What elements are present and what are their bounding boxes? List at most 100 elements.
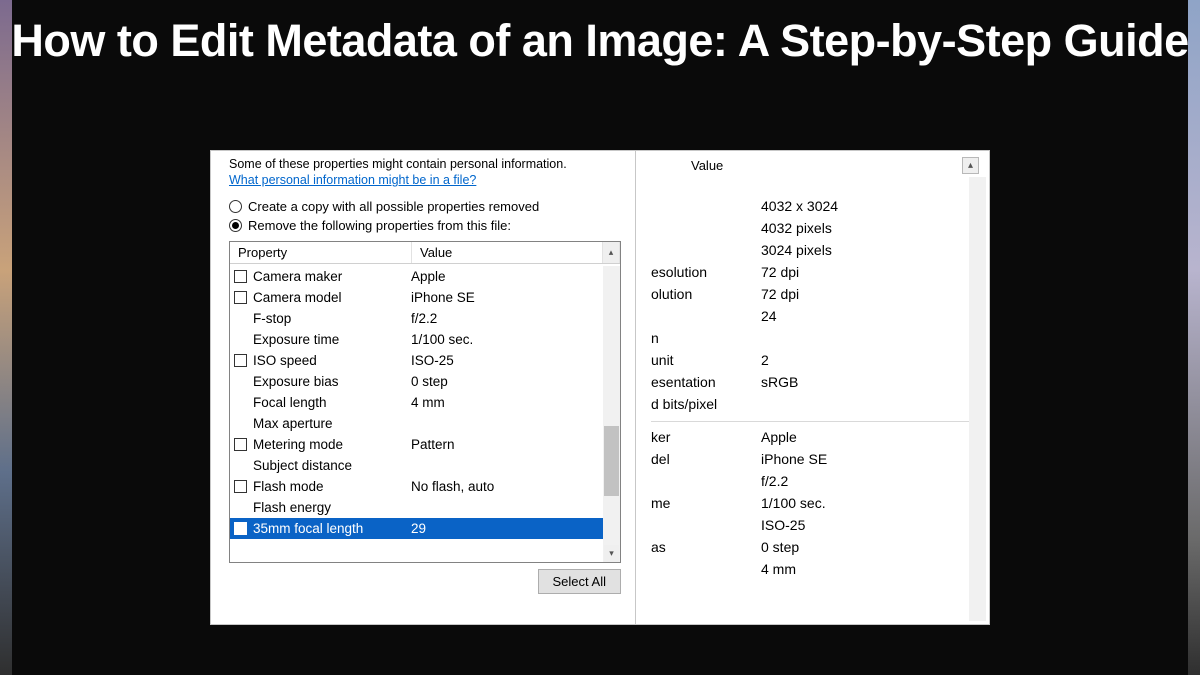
details-row: olution72 dpi (651, 283, 969, 305)
checkbox (234, 501, 247, 514)
list-scroll-down-icon[interactable]: ▾ (604, 545, 619, 562)
details-row: kerApple (651, 426, 969, 448)
details-value: 72 dpi (761, 283, 969, 305)
property-label: Flash energy (251, 500, 411, 515)
property-row[interactable]: Camera makerApple (230, 266, 603, 287)
checkbox[interactable] (234, 522, 247, 535)
details-row: 4032 pixels (651, 217, 969, 239)
details-value: 24 (761, 305, 969, 327)
details-value: 4032 x 3024 (761, 195, 969, 217)
checkbox (234, 417, 247, 430)
details-label (651, 558, 761, 580)
details-value: sRGB (761, 371, 969, 393)
property-row[interactable]: F-stopf/2.2 (230, 308, 603, 329)
details-scroll-up-icon[interactable]: ▴ (962, 157, 979, 174)
details-label: ker (651, 426, 761, 448)
property-row[interactable]: 35mm focal length29 (230, 518, 603, 539)
details-row: ISO-25 (651, 514, 969, 536)
checkbox[interactable] (234, 354, 247, 367)
details-row: esentationsRGB (651, 371, 969, 393)
property-label: F-stop (251, 311, 411, 326)
checkbox[interactable] (234, 291, 247, 304)
details-value: 3024 pixels (761, 239, 969, 261)
select-all-button[interactable]: Select All (538, 569, 621, 594)
details-label (651, 514, 761, 536)
details-row: d bits/pixel (651, 393, 969, 415)
property-label: Camera model (251, 290, 411, 305)
property-value: 0 step (411, 374, 603, 389)
details-row: 3024 pixels (651, 239, 969, 261)
details-label: me (651, 492, 761, 514)
details-label (651, 305, 761, 327)
checkbox (234, 312, 247, 325)
checkbox[interactable] (234, 480, 247, 493)
checkbox[interactable] (234, 438, 247, 451)
details-label: n (651, 327, 761, 349)
column-header-value[interactable]: Value (412, 242, 603, 263)
property-label: Exposure time (251, 332, 411, 347)
property-row[interactable]: Subject distance (230, 455, 603, 476)
property-label: Focal length (251, 395, 411, 410)
details-row: me1/100 sec. (651, 492, 969, 514)
property-label: ISO speed (251, 353, 411, 368)
details-value: Apple (761, 426, 969, 448)
list-scrollbar[interactable]: ▾ (603, 266, 620, 562)
details-value: f/2.2 (761, 470, 969, 492)
property-value: ISO-25 (411, 353, 603, 368)
property-label: Camera maker (251, 269, 411, 284)
property-row[interactable]: Exposure time1/100 sec. (230, 329, 603, 350)
property-value: iPhone SE (411, 290, 603, 305)
screenshot-stage: Value ▴ 4032 x 30244032 pixels3024 pixel… (210, 150, 990, 625)
details-label: as (651, 536, 761, 558)
property-row[interactable]: Metering modePattern (230, 434, 603, 455)
remove-properties-dialog: Some of these properties might contain p… (210, 150, 636, 625)
property-row[interactable]: Focal length4 mm (230, 392, 603, 413)
details-row: deliPhone SE (651, 448, 969, 470)
decorative-edge-right (1188, 0, 1200, 675)
property-row[interactable]: Camera modeliPhone SE (230, 287, 603, 308)
property-label: Subject distance (251, 458, 411, 473)
property-row[interactable]: Max aperture (230, 413, 603, 434)
details-value: ISO-25 (761, 514, 969, 536)
details-row: esolution72 dpi (651, 261, 969, 283)
property-row[interactable]: Flash energy (230, 497, 603, 518)
radio-remove-following[interactable]: Remove the following properties from thi… (229, 218, 621, 233)
details-row: 4032 x 3024 (651, 195, 969, 217)
details-label (651, 195, 761, 217)
property-value: 29 (411, 521, 603, 536)
details-value: iPhone SE (761, 448, 969, 470)
details-label: esentation (651, 371, 761, 393)
radio-icon (229, 219, 242, 232)
checkbox (234, 396, 247, 409)
details-value: 4 mm (761, 558, 969, 580)
property-row[interactable]: Exposure bias0 step (230, 371, 603, 392)
checkbox (234, 459, 247, 472)
details-value: 0 step (761, 536, 969, 558)
radio-create-copy[interactable]: Create a copy with all possible properti… (229, 199, 621, 214)
property-value: Apple (411, 269, 603, 284)
property-value: 4 mm (411, 395, 603, 410)
details-value: 4032 pixels (761, 217, 969, 239)
privacy-link[interactable]: What personal information might be in a … (229, 173, 476, 187)
details-row: as0 step (651, 536, 969, 558)
details-value: 72 dpi (761, 261, 969, 283)
property-label: 35mm focal length (251, 521, 411, 536)
details-row: 4 mm (651, 558, 969, 580)
property-row[interactable]: Flash modeNo flash, auto (230, 476, 603, 497)
radio-icon (229, 200, 242, 213)
details-label: esolution (651, 261, 761, 283)
decorative-edge-left (0, 0, 12, 675)
scrollbar-thumb[interactable] (604, 426, 619, 496)
properties-listbox: Property Value ▴ Camera makerAppleCamera… (229, 241, 621, 563)
checkbox[interactable] (234, 270, 247, 283)
list-scroll-up-icon[interactable]: ▴ (603, 242, 620, 263)
details-scrollbar[interactable] (969, 177, 986, 621)
details-value (761, 393, 969, 415)
property-value: No flash, auto (411, 479, 603, 494)
details-label (651, 217, 761, 239)
details-divider (651, 421, 969, 422)
property-label: Max aperture (251, 416, 411, 431)
property-row[interactable]: ISO speedISO-25 (230, 350, 603, 371)
property-label: Exposure bias (251, 374, 411, 389)
column-header-property[interactable]: Property (230, 242, 412, 263)
